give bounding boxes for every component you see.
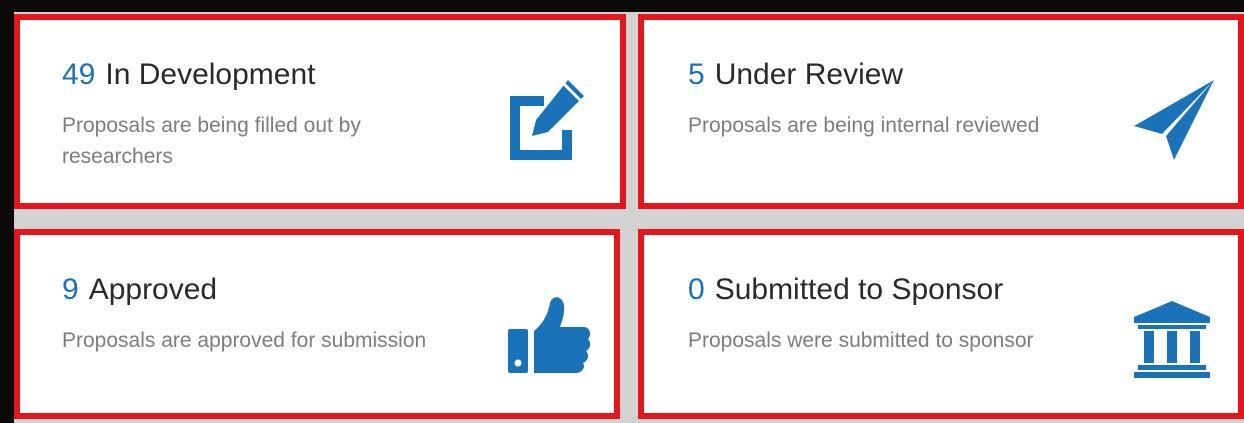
- card-count: 49: [62, 58, 96, 91]
- card-title: 49 In Development: [62, 56, 316, 94]
- edit-icon: [498, 78, 588, 162]
- card-count: 9: [62, 273, 79, 306]
- card-label: Approved: [88, 273, 218, 306]
- paper-plane-icon: [1132, 78, 1216, 162]
- card-title: 5 Under Review: [688, 56, 903, 94]
- card-title: 9 Approved: [62, 271, 217, 309]
- card-label: Under Review: [714, 58, 904, 91]
- left-edge-bar: [0, 0, 14, 423]
- card-label: In Development: [105, 58, 316, 91]
- status-card-under-review[interactable]: 5 Under Review Proposals are being intern…: [638, 14, 1244, 209]
- card-description: Proposals are being internal reviewed: [688, 114, 1040, 137]
- status-card-approved[interactable]: 9 Approved Proposals are approved for sub…: [14, 229, 620, 419]
- card-count: 0: [688, 273, 705, 306]
- status-card-submitted-to-sponsor[interactable]: 0 Submitted to Sponsor Proposals were sub…: [638, 229, 1244, 419]
- top-edge-bar: [0, 0, 1244, 12]
- card-description: Proposals were submitted to sponsor: [688, 329, 1034, 352]
- card-title: 0 Submitted to Sponsor: [688, 271, 1003, 309]
- card-description: Proposals are being filled out by resear…: [62, 114, 361, 168]
- card-count: 5: [688, 58, 705, 91]
- thumbs-up-icon: [504, 289, 594, 379]
- card-label: Submitted to Sponsor: [714, 273, 1004, 306]
- institution-icon: [1132, 299, 1212, 379]
- status-card-in-development[interactable]: 49 In Development Proposals are being fil…: [14, 14, 626, 209]
- card-description: Proposals are approved for submission: [62, 329, 427, 352]
